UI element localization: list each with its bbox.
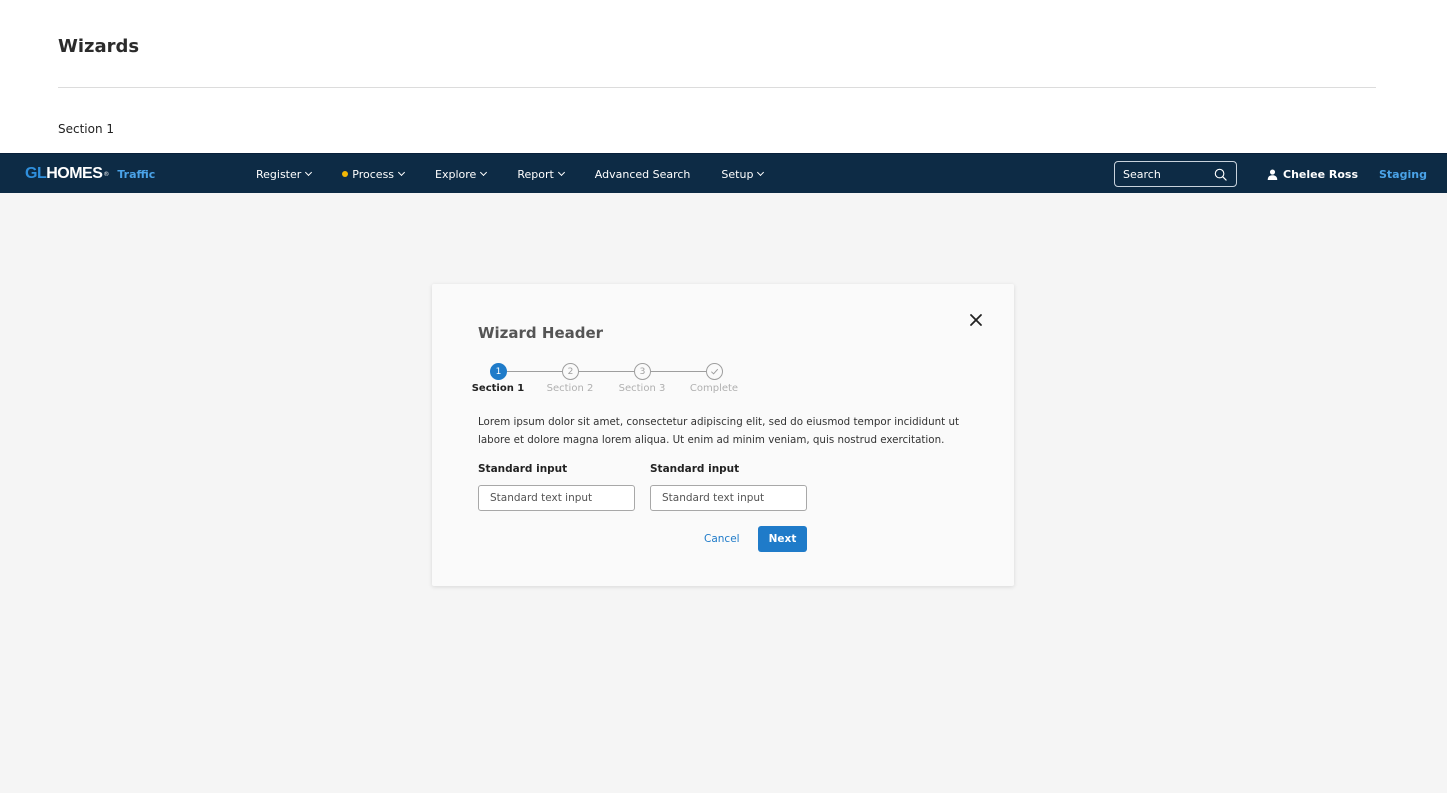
nav-item-label: Explore bbox=[435, 167, 477, 181]
top-navbar: GLHOMES ® Traffic Register Process Explor… bbox=[0, 153, 1447, 193]
nav-item-explore[interactable]: Explore bbox=[435, 167, 488, 181]
chevron-down-icon bbox=[480, 168, 488, 177]
search-input[interactable] bbox=[1123, 167, 1213, 181]
nav-item-report[interactable]: Report bbox=[517, 167, 565, 181]
brand-gl: GL bbox=[25, 165, 47, 182]
step-2-indicator[interactable]: 2 bbox=[562, 363, 579, 380]
wizard-modal: Wizard Header 1 2 3 Section 1 Section 2 … bbox=[432, 284, 1014, 586]
nav-item-advanced-search[interactable]: Advanced Search bbox=[595, 168, 691, 181]
field-2-label: Standard input bbox=[650, 463, 740, 475]
section-label: Section 1 bbox=[58, 122, 115, 136]
nav-item-process[interactable]: Process bbox=[342, 167, 406, 181]
step-connector bbox=[579, 371, 634, 372]
nav-item-register[interactable]: Register bbox=[256, 167, 313, 181]
step-3-label: Section 3 bbox=[618, 383, 666, 394]
page-title: Wizards bbox=[58, 36, 140, 57]
user-name: Chelee Ross bbox=[1283, 167, 1359, 181]
nav-search-box bbox=[1114, 161, 1237, 187]
nav-item-setup[interactable]: Setup bbox=[721, 167, 765, 181]
step-3-indicator[interactable]: 3 bbox=[634, 363, 651, 380]
nav-item-label: Advanced Search bbox=[594, 167, 691, 181]
step-1-label: Section 1 bbox=[471, 383, 525, 394]
notification-dot-icon bbox=[342, 171, 349, 177]
step-complete-label: Complete bbox=[689, 383, 739, 394]
step-2-label: Section 2 bbox=[546, 383, 594, 394]
chevron-down-icon bbox=[557, 168, 565, 177]
chevron-down-icon bbox=[757, 168, 765, 177]
user-menu[interactable]: Chelee Ross bbox=[1267, 154, 1358, 194]
standard-input-2[interactable] bbox=[650, 485, 807, 511]
brand-logo[interactable]: GLHOMES ® Traffic bbox=[25, 154, 155, 194]
nav-menu: Register Process Explore Report Advanced… bbox=[256, 154, 794, 194]
environment-badge: Staging bbox=[1379, 167, 1427, 181]
close-icon[interactable] bbox=[968, 312, 984, 328]
nav-item-label: Report bbox=[517, 167, 554, 181]
next-button[interactable]: Next bbox=[758, 526, 807, 552]
search-icon[interactable] bbox=[1214, 168, 1227, 181]
step-connector bbox=[507, 371, 562, 372]
brand-mark: ® bbox=[103, 170, 110, 178]
standard-input-1[interactable] bbox=[478, 485, 635, 511]
nav-item-label: Setup bbox=[721, 167, 754, 181]
page-header: Wizards Section 1 bbox=[0, 0, 1447, 153]
step-complete-indicator[interactable] bbox=[706, 363, 723, 380]
app-name: Traffic bbox=[117, 167, 156, 181]
wizard-stepper: 1 2 3 Section 1 Section 2 Section 3 Comp… bbox=[432, 362, 1014, 402]
check-icon bbox=[711, 368, 719, 375]
field-1-label: Standard input bbox=[478, 463, 568, 475]
nav-item-label: Register bbox=[256, 167, 302, 181]
wizard-description: Lorem ipsum dolor sit amet, consectetur … bbox=[478, 416, 960, 446]
brand-wordmark: GLHOMES bbox=[25, 165, 103, 183]
wizard-header: Wizard Header bbox=[478, 324, 604, 342]
cancel-button[interactable]: Cancel bbox=[704, 526, 740, 552]
chevron-down-icon bbox=[305, 168, 313, 177]
page-divider bbox=[58, 87, 1376, 88]
step-1-indicator[interactable]: 1 bbox=[490, 363, 507, 380]
user-icon bbox=[1267, 168, 1278, 180]
chevron-down-icon bbox=[397, 168, 406, 177]
brand-homes: HOMES bbox=[46, 165, 103, 182]
nav-item-label: Process bbox=[352, 167, 395, 181]
step-connector bbox=[651, 371, 706, 372]
